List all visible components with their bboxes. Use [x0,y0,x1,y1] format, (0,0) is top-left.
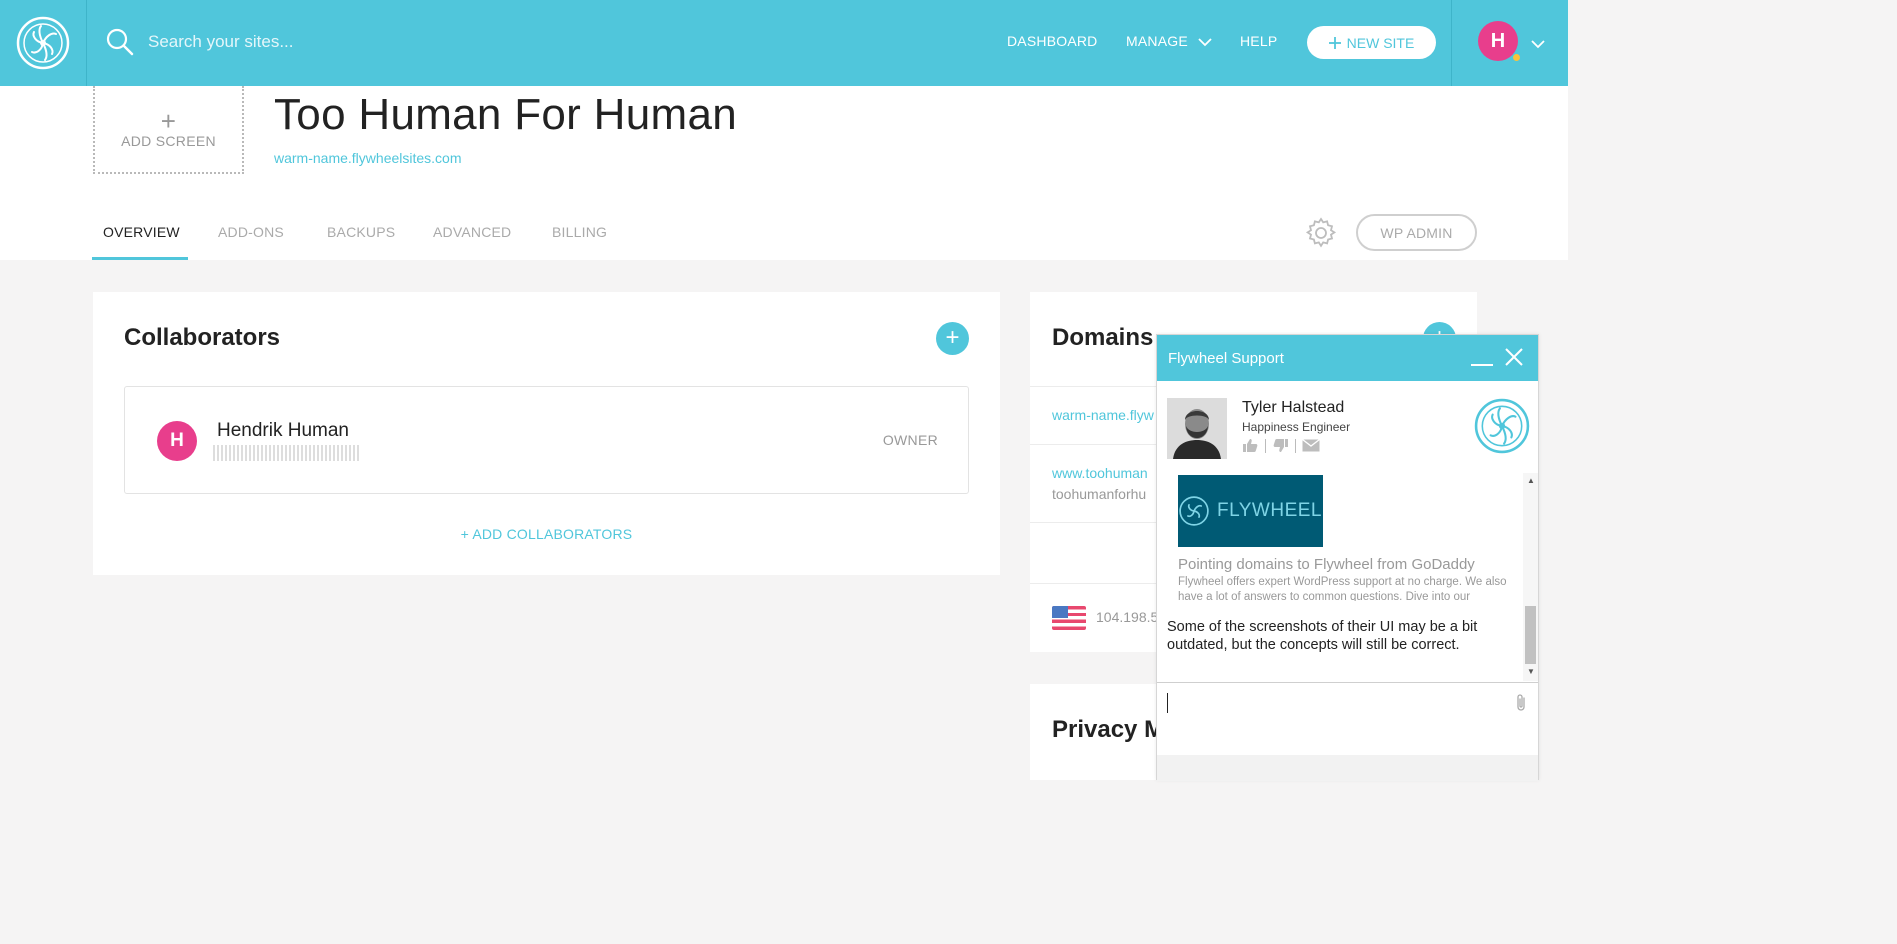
collaborators-card: Collaborators + H Hendrik Human OWNER + … [93,292,1000,575]
tab-billing[interactable]: BILLING [552,224,607,240]
scroll-up-icon[interactable]: ▲ [1527,476,1535,485]
search-input[interactable] [148,28,468,56]
text-caret [1167,693,1168,713]
thumbs-down-icon[interactable] [1272,438,1289,453]
search-icon[interactable] [106,28,134,61]
site-url-link[interactable]: warm-name.flywheelsites.com [274,150,462,166]
scroll-down-icon[interactable]: ▼ [1527,667,1535,676]
role-badge: OWNER [882,432,938,448]
status-dot [1512,53,1521,62]
new-site-label: NEW SITE [1346,34,1415,51]
chat-title: Flywheel Support [1168,350,1284,367]
agent-name: Tyler Halstead [1242,399,1345,416]
article-banner[interactable]: FLYWHEEL [1178,475,1323,547]
chat-message-input[interactable] [1157,682,1538,754]
minimize-icon[interactable] [1471,352,1493,366]
nav-manage-label: MANAGE [1126,33,1188,49]
list-item: H Hendrik Human OWNER [124,386,969,494]
thumbs-up-icon[interactable] [1242,438,1259,453]
article-title-link[interactable]: Pointing domains to Flywheel from GoDadd… [1178,556,1475,573]
page-title: Too Human For Human [274,90,737,139]
rating-controls [1242,438,1320,453]
chat-scrollbar[interactable]: ▲ ▼ [1523,473,1538,681]
email-icon[interactable] [1302,439,1320,452]
collaborator-email-redacted [213,445,359,461]
scroll-thumb[interactable] [1525,606,1536,664]
close-icon[interactable] [1504,347,1524,372]
active-tab-indicator [92,257,188,260]
chevron-down-icon [1198,38,1212,47]
us-flag-icon [1052,606,1086,630]
nav-dashboard[interactable]: DASHBOARD [1007,33,1097,49]
domains-title: Domains [1052,324,1154,351]
divider [1295,438,1296,453]
add-collaborators-link[interactable]: + ADD COLLABORATORS [93,526,1000,542]
tab-backups[interactable]: BACKUPS [327,224,395,240]
chat-transcript: FLYWHEEL Pointing domains to Flywheel fr… [1157,473,1523,681]
plus-icon: + [160,106,177,136]
add-screen-button[interactable]: + ADD SCREEN [93,86,244,174]
domain-primary-link[interactable]: warm-name.flyw [1052,407,1154,423]
paperclip-icon[interactable] [1515,693,1527,718]
top-nav-bar: DASHBOARD MANAGE HELP NEW SITE H [0,0,1568,86]
divider [1265,438,1266,453]
chat-message: Some of the screenshots of their UI may … [1167,619,1478,653]
snippet-cutoff [1157,601,1523,609]
agent-avatar [1167,398,1227,459]
support-chat-widget: Flywheel Support Tyler Halstead Happines… [1156,334,1539,781]
domain-secondary-link[interactable]: www.toohuman [1052,465,1148,481]
chevron-down-icon[interactable] [1531,36,1545,54]
plus-icon [1328,36,1341,49]
domain-secondary-sub: toohumanforhu [1052,486,1147,502]
ip-address: 104.198.5 [1096,609,1159,625]
tab-add-ons[interactable]: ADD-ONS [218,224,284,240]
add-screen-label: ADD SCREEN [121,133,216,149]
agent-role: Happiness Engineer [1242,420,1351,434]
nav-manage[interactable]: MANAGE [1126,33,1212,49]
nav-divider [1451,0,1452,86]
collaborators-title: Collaborators [124,324,281,351]
chat-footer [1157,755,1538,781]
tab-overview[interactable]: OVERVIEW [103,224,180,240]
flywheel-logo-icon [1179,496,1209,526]
collaborator-name: Hendrik Human [217,420,349,441]
plus-icon: + [945,324,960,351]
flywheel-logo-icon[interactable] [0,0,87,86]
wp-admin-button[interactable]: WP ADMIN [1356,214,1477,251]
flywheel-logo-icon [1474,398,1530,459]
gear-icon[interactable] [1304,216,1338,255]
add-collaborator-button[interactable]: + [936,322,969,355]
tab-advanced[interactable]: ADVANCED [433,224,511,240]
nav-help[interactable]: HELP [1240,33,1277,49]
new-site-button[interactable]: NEW SITE [1307,26,1436,59]
privacy-title: Privacy M [1052,716,1165,743]
avatar: H [157,421,197,461]
banner-text: FLYWHEEL [1216,500,1322,521]
